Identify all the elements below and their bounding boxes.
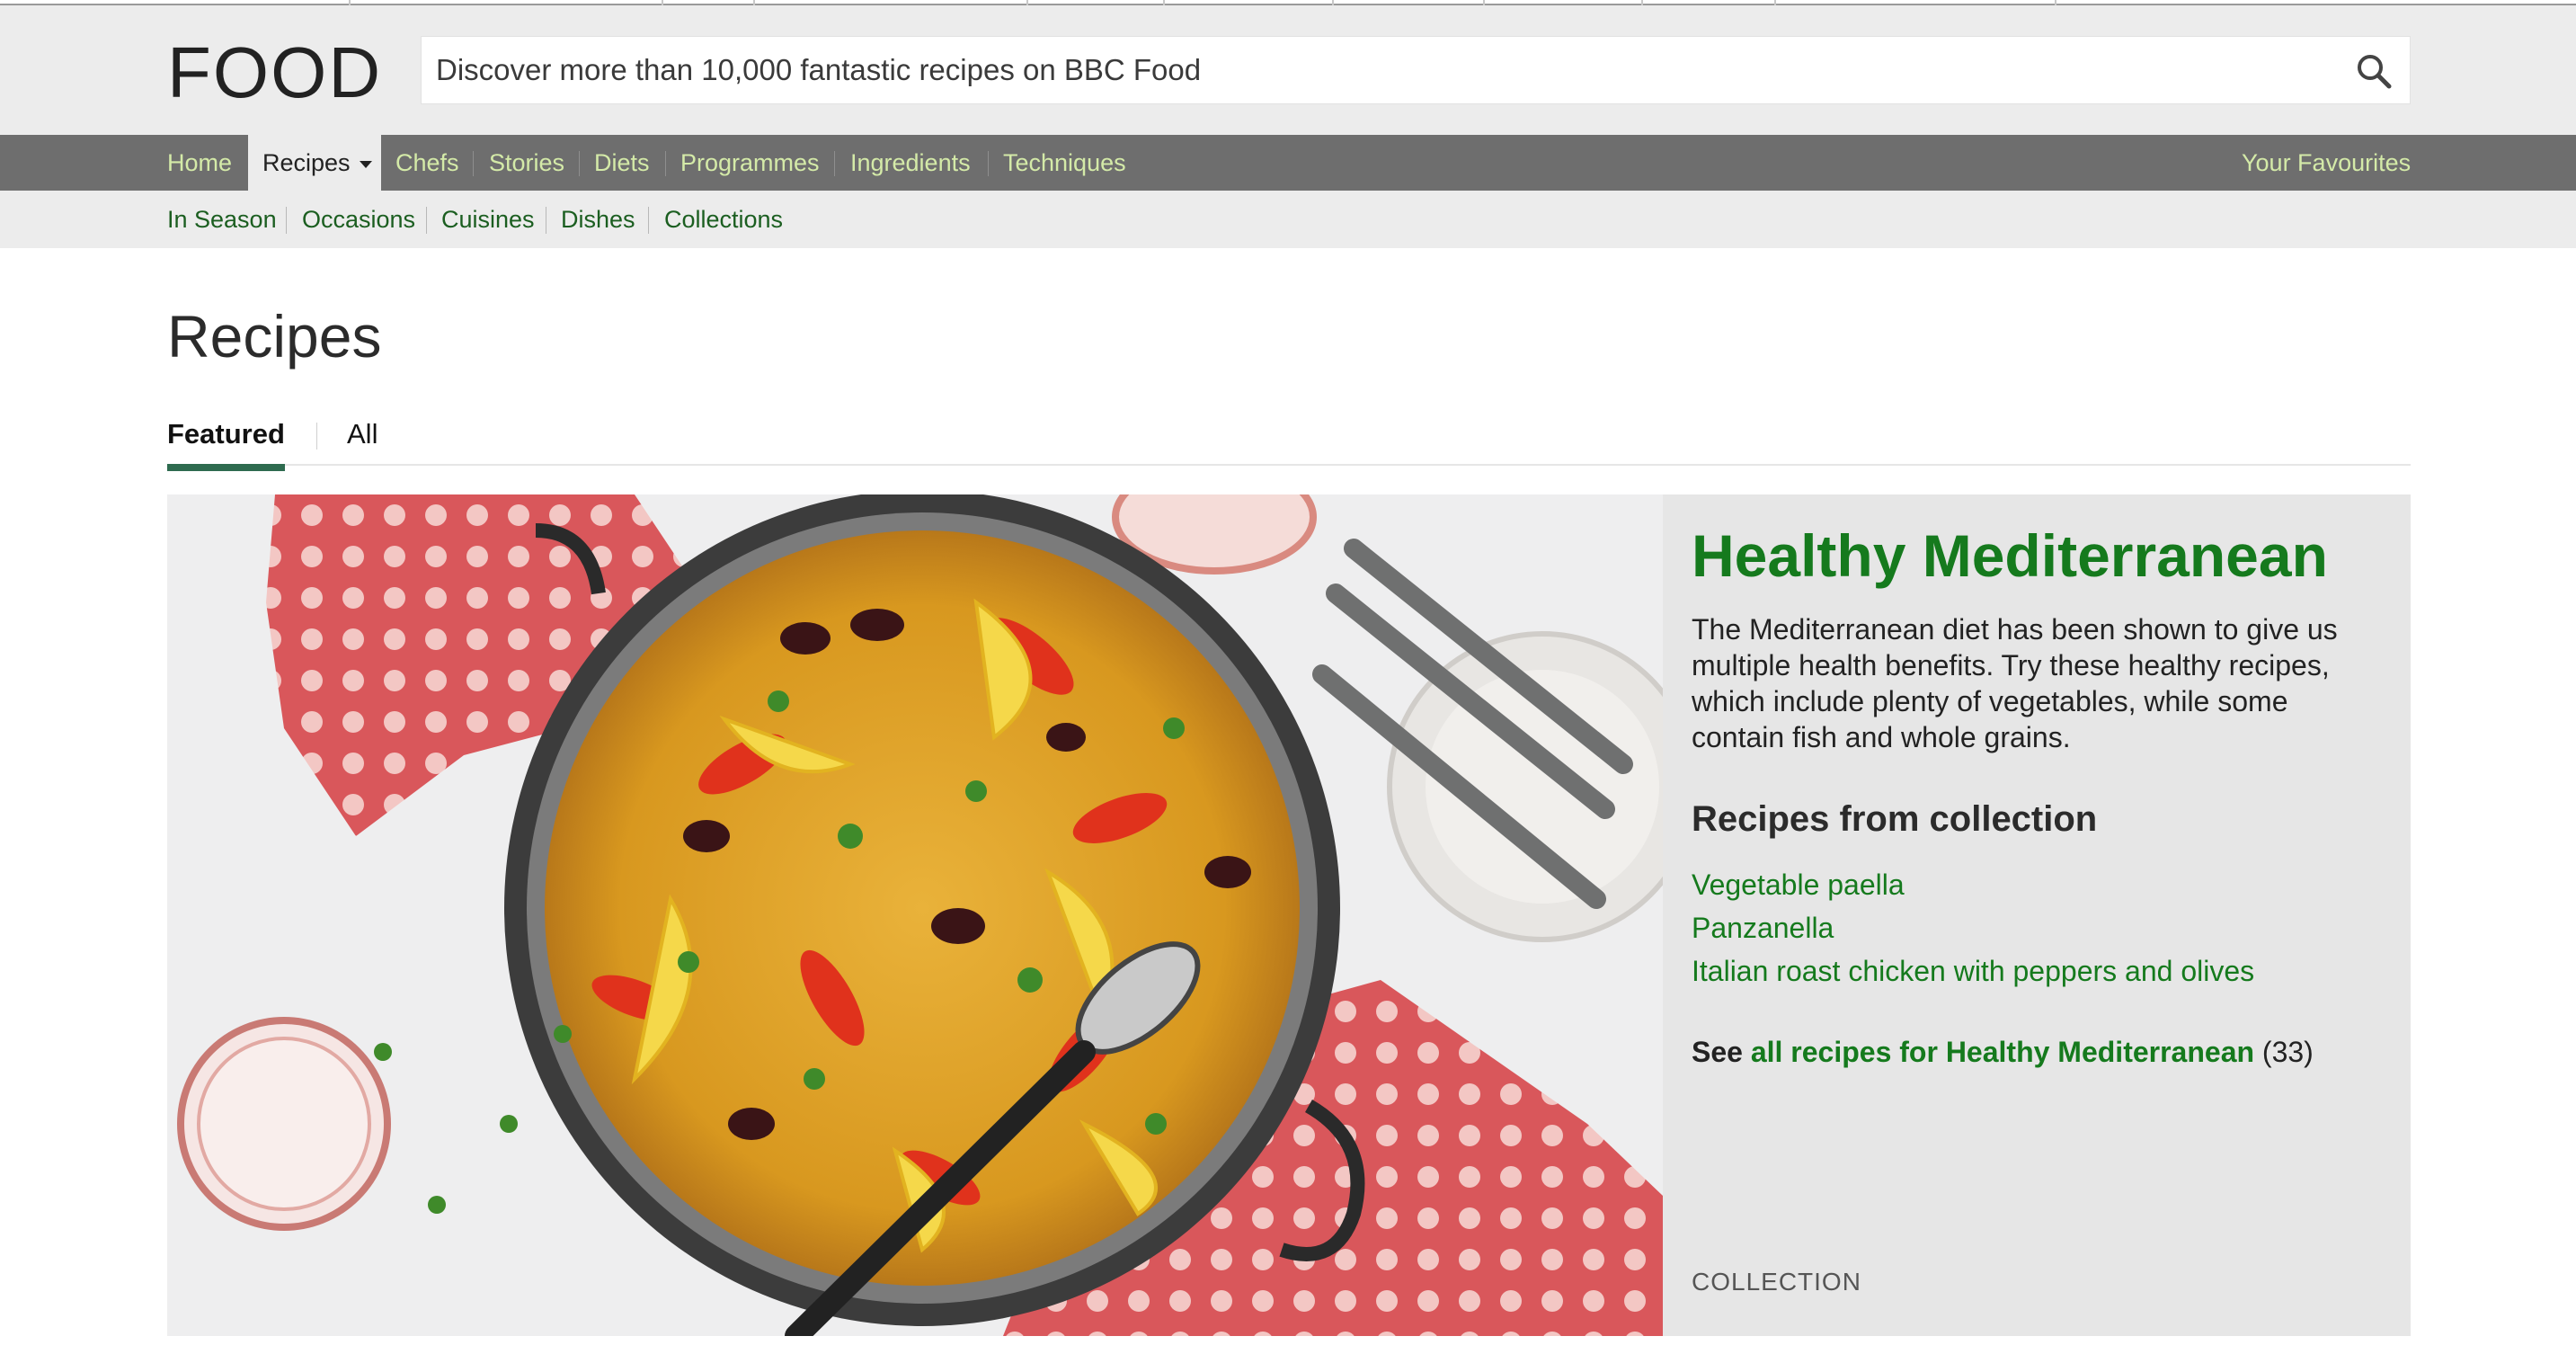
see-all-recipes-link[interactable]: all recipes for Healthy Mediterranean	[1751, 1036, 2254, 1068]
secondary-nav: In Season Occasions Cuisines Dishes Coll…	[0, 191, 2576, 248]
featured-collection-card[interactable]: Healthy Mediterranean The Mediterranean …	[167, 494, 2411, 1336]
recipes-from-collection-heading: Recipes from collection	[1692, 799, 2098, 839]
nav-item-label: Recipes	[262, 149, 351, 176]
search-icon[interactable]	[2356, 53, 2392, 89]
subnav-item-in-season[interactable]: In Season	[167, 191, 277, 248]
nav-item-recipes[interactable]: Recipes	[248, 135, 381, 191]
subnav-divider	[286, 207, 287, 234]
collection-description: The Mediterranean diet has been shown to…	[1692, 613, 2338, 753]
primary-nav: Home Recipes Chefs Stories Diets Program…	[0, 135, 2576, 191]
nav-item-chefs[interactable]: Chefs	[395, 135, 459, 191]
recipe-count: (33)	[2261, 1036, 2314, 1068]
nav-item-techniques[interactable]: Techniques	[1003, 135, 1126, 191]
paella-photo-illustration	[167, 494, 1663, 1336]
tab-all[interactable]: All	[347, 412, 378, 471]
nav-item-your-favourites[interactable]: Your Favourites	[2242, 135, 2411, 191]
subnav-item-cuisines[interactable]: Cuisines	[441, 191, 535, 248]
nav-item-home[interactable]: Home	[167, 135, 232, 191]
recipe-link[interactable]: Vegetable paella	[1692, 863, 2254, 906]
feature-panel: Healthy Mediterranean The Mediterranean …	[1663, 494, 2411, 1336]
subnav-item-occasions[interactable]: Occasions	[302, 191, 415, 248]
nav-divider	[834, 151, 835, 176]
search-box	[421, 36, 2411, 104]
nav-item-programmes[interactable]: Programmes	[680, 135, 820, 191]
tab-featured[interactable]: Featured	[167, 412, 285, 471]
food-logo[interactable]: FOOD	[167, 32, 382, 113]
nav-item-stories[interactable]: Stories	[489, 135, 564, 191]
subnav-item-dishes[interactable]: Dishes	[561, 191, 635, 248]
site-header: FOOD	[0, 5, 2576, 135]
recipe-link[interactable]: Panzanella	[1692, 906, 2254, 949]
recipe-list: Vegetable paella Panzanella Italian roas…	[1692, 863, 2254, 993]
paella-photo[interactable]	[167, 494, 1663, 1336]
nav-divider	[988, 151, 989, 176]
nav-divider	[579, 151, 580, 176]
page-title: Recipes	[167, 303, 382, 370]
subnav-item-collections[interactable]: Collections	[664, 191, 783, 248]
subnav-divider	[426, 207, 427, 234]
nav-divider	[665, 151, 666, 176]
nav-divider	[473, 151, 474, 176]
recipe-tabs: Featured All	[167, 405, 2411, 471]
tab-divider	[316, 423, 317, 450]
recipe-link[interactable]: Italian roast chicken with peppers and o…	[1692, 949, 2254, 993]
nav-item-diets[interactable]: Diets	[594, 135, 650, 191]
chevron-down-icon	[359, 160, 372, 168]
see-all-prefix: See	[1692, 1036, 1743, 1068]
collection-type-label: COLLECTION	[1692, 1268, 1861, 1296]
see-all-row: See all recipes for Healthy Mediterranea…	[1692, 1030, 2314, 1073]
subnav-divider	[648, 207, 649, 234]
collection-title[interactable]: Healthy Mediterranean	[1692, 520, 2328, 592]
nav-item-ingredients[interactable]: Ingredients	[850, 135, 971, 191]
search-input[interactable]	[436, 37, 2323, 103]
